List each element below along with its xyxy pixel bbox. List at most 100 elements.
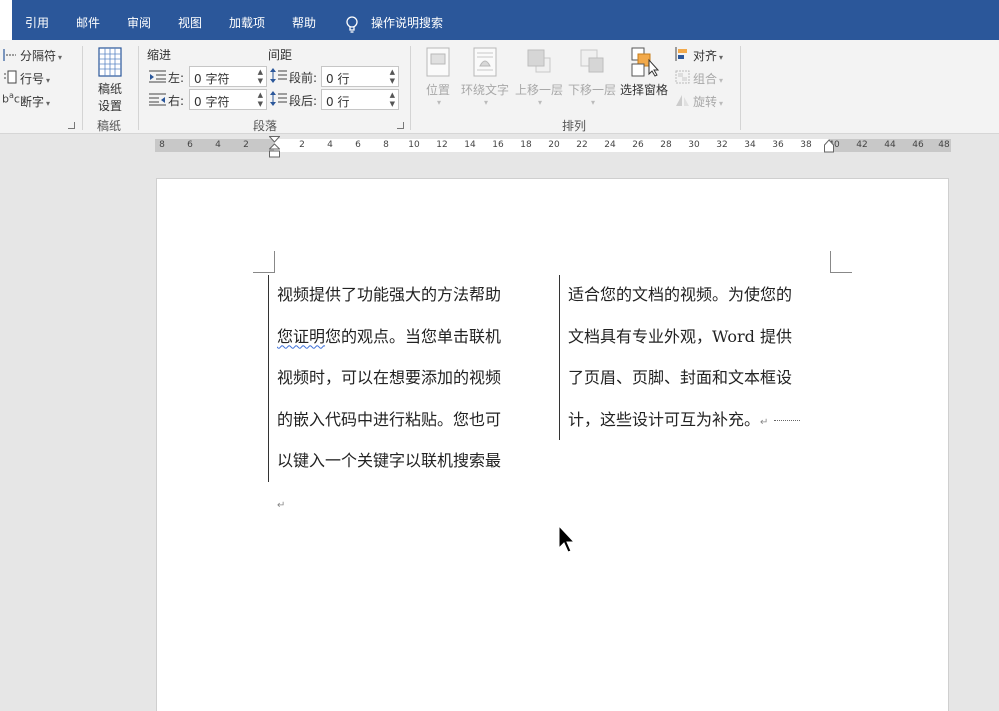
bring-forward-button[interactable]: 上移一层 ▾ (513, 46, 565, 107)
position-icon (426, 47, 450, 77)
selection-pane-button[interactable]: 选择窗格 (618, 46, 670, 98)
rotate-button[interactable]: 旋转 ▾ (693, 93, 723, 110)
spacing-before-label: 段前: (289, 71, 318, 85)
ruler-tick: 36 (772, 140, 784, 150)
tab-mailings[interactable]: 邮件 (76, 0, 100, 40)
wrap-text-label: 环绕文字 (460, 83, 509, 97)
ruler-tick: 8 (159, 140, 165, 150)
rotate-label: 旋转 (693, 95, 718, 109)
position-button[interactable]: 位置 ▾ (421, 46, 455, 107)
spin-arrows-icon[interactable]: ▲ ▼ (390, 68, 395, 86)
send-backward-label: 下移一层 (567, 83, 616, 97)
spelling-error[interactable]: 您证明 (277, 327, 325, 346)
chevron-down-icon: ▾ (719, 76, 724, 85)
manuscript-setup-label-1: 稿纸 (97, 82, 122, 96)
ruler-tick: 6 (355, 140, 361, 150)
tab-review[interactable]: 审阅 (127, 0, 151, 40)
ruler-tick: 6 (187, 140, 193, 150)
hyphenation-icon: bac (2, 91, 20, 106)
tab-addins[interactable]: 加载项 (229, 0, 265, 40)
spacing-after-value: 0 行 (326, 95, 350, 109)
ruler-tick: 44 (884, 140, 896, 150)
tab-references[interactable]: 引用 (25, 0, 49, 40)
lightbulb-icon[interactable] (345, 16, 359, 34)
mouse-pointer-icon (558, 525, 576, 553)
send-backward-icon (580, 49, 604, 73)
spin-arrows-icon[interactable]: ▲ ▼ (258, 68, 263, 86)
align-icon (675, 47, 687, 61)
ruler-tick: 42 (856, 140, 868, 150)
manuscript-setup-button[interactable]: 稿纸 设置 (92, 46, 128, 114)
indent-left-label: 左: (168, 71, 185, 85)
column-bar-left (268, 275, 269, 482)
spin-arrows-icon[interactable]: ▲ ▼ (390, 91, 395, 109)
spacing-after-icon (270, 91, 287, 106)
crop-mark-top-right (830, 251, 852, 273)
ruler-tick: 46 (912, 140, 924, 150)
tab-help[interactable]: 帮助 (292, 0, 316, 40)
paragraph-group-label: 段落 (253, 119, 278, 133)
hyphenation-button[interactable]: 断字 ▾ (20, 93, 50, 110)
ruler-tick: 34 (744, 140, 756, 150)
text-line: 了页眉、页脚、封面和文本框设 (568, 368, 793, 387)
tell-me-search[interactable]: 操作说明搜索 (371, 0, 443, 40)
line-numbers-button[interactable]: 行号 ▾ (20, 70, 50, 87)
spacing-before-icon (270, 68, 287, 83)
paragraph-launcher[interactable] (397, 122, 404, 129)
left-indent-marker[interactable] (269, 136, 280, 158)
ruler-tick: 32 (716, 140, 728, 150)
text-column-1[interactable]: 视频提供了功能强大的方法帮助 您证明您的观点。当您单击联机 视频时，可以在想要添… (277, 274, 501, 523)
ruler-tick: 12 (436, 140, 448, 150)
text-line: 以键入一个关键字以联机搜索最 (277, 451, 502, 470)
chevron-down-icon: ▾ (46, 76, 51, 85)
manuscript-paper-icon (98, 47, 122, 77)
group-divider (410, 46, 411, 130)
indent-right-value: 0 字符 (194, 95, 230, 109)
group-label: 组合 (693, 72, 718, 86)
text-line: 文档具有专业外观，Word 提供 (568, 326, 792, 346)
align-label: 对齐 (693, 49, 718, 63)
group-button[interactable]: 组合 ▾ (693, 70, 723, 87)
wrap-text-button[interactable]: 环绕文字 ▾ (459, 46, 511, 107)
hyphenation-label: 断字 (20, 95, 45, 109)
position-label: 位置 (425, 83, 450, 97)
tab-view[interactable]: 视图 (178, 0, 202, 40)
spin-arrows-icon[interactable]: ▲ ▼ (258, 91, 263, 109)
chevron-down-icon: ▾ (590, 98, 595, 107)
wrap-text-icon (473, 47, 497, 77)
chevron-down-icon: ▾ (58, 53, 63, 62)
ruler-tick: 30 (688, 140, 700, 150)
indent-right-label: 右: (168, 94, 185, 108)
indent-left-field[interactable]: 0 字符 ▲ ▼ (189, 66, 267, 87)
ruler-tick: 24 (604, 140, 616, 150)
right-indent-marker[interactable] (824, 139, 834, 153)
align-button[interactable]: 对齐 ▾ (693, 47, 723, 64)
text-column-2[interactable]: 适合您的文档的视频。为使您的 文档具有专业外观，Word 提供 了页眉、页脚、封… (568, 274, 801, 441)
spacing-header: 间距 (268, 48, 293, 62)
crop-mark-top-left (253, 251, 275, 273)
paragraph-mark: ↵ (760, 416, 769, 428)
breaks-label: 分隔符 (20, 49, 57, 63)
page-setup-launcher[interactable] (68, 122, 75, 129)
ruler-tick: 2 (299, 140, 305, 150)
chevron-down-icon: ▾ (719, 53, 724, 62)
breaks-button[interactable]: 分隔符 ▾ (20, 47, 62, 64)
text-line: ↵ (277, 482, 501, 524)
ruler-tick: 16 (492, 140, 504, 150)
spacing-before-field[interactable]: 0 行 ▲ ▼ (321, 66, 399, 87)
text-line: 计，这些设计可互为补充。↵ (568, 399, 801, 441)
send-backward-button[interactable]: 下移一层 ▾ (566, 46, 618, 107)
spacing-after-field[interactable]: 0 行 ▲ ▼ (321, 89, 399, 110)
ruler-tick: 26 (632, 140, 644, 150)
text-span: 您的观点。当您单击联机 (325, 326, 502, 346)
ruler-tick: 4 (327, 140, 333, 150)
group-icon (675, 70, 690, 84)
ruler-tick: 10 (408, 140, 420, 150)
indent-right-field[interactable]: 0 字符 ▲ ▼ (189, 89, 267, 110)
chevron-down-icon: ▾ (436, 98, 441, 107)
indent-left-value: 0 字符 (194, 72, 230, 86)
ruler-tick: 8 (383, 140, 389, 150)
ruler-tick: 14 (464, 140, 476, 150)
breaks-icon (3, 49, 16, 61)
text-line: 您证明您的观点。当您单击联机 (277, 316, 501, 358)
